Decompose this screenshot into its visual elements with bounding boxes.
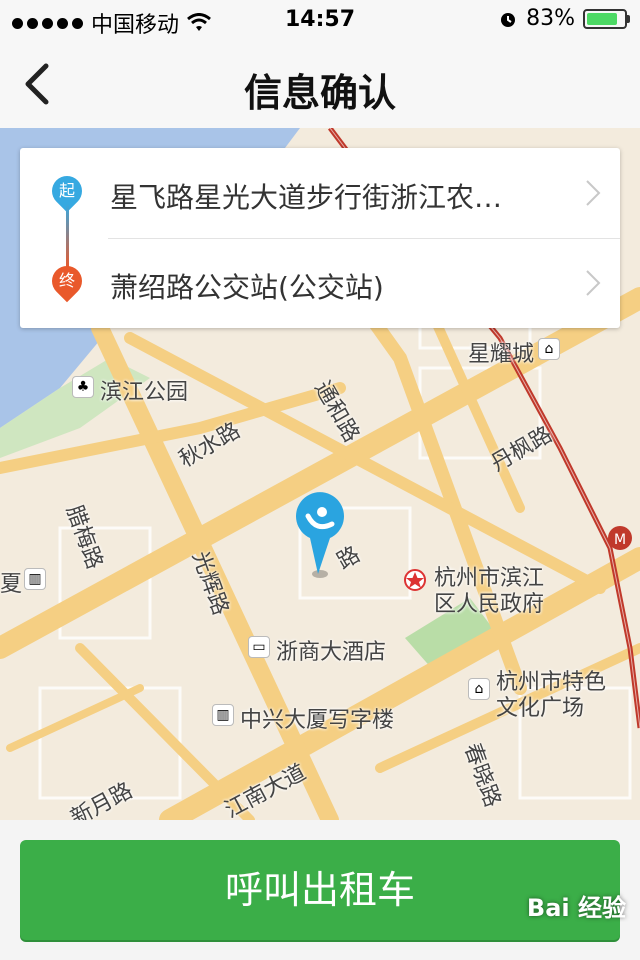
museum-icon: ⌂: [468, 678, 490, 700]
start-badge: 起: [58, 181, 76, 201]
route-card: 起 星飞路星光大道步行街浙江农… 终 萧绍路公交站(公交站): [20, 148, 620, 328]
building-icon: ▥: [24, 568, 46, 590]
battery-percent: 83%: [526, 6, 575, 31]
footer: 呼叫出租车 Bai 经验: [0, 820, 640, 960]
route-start-row[interactable]: 起 星飞路星光大道步行街浙江农…: [20, 148, 620, 238]
battery-level: [587, 12, 617, 25]
svg-text:M: M: [614, 532, 626, 548]
map-label-gov-line2: 区人民政府: [434, 592, 545, 617]
watermark: Bai 经验: [526, 894, 626, 922]
start-location: 星飞路星光大道步行街浙江农…: [110, 181, 503, 214]
route-end-row[interactable]: 终 萧绍路公交站(公交站): [20, 238, 620, 328]
park-icon: ♣: [72, 376, 94, 398]
map-label-xingyaocheng: 星耀城: [468, 342, 535, 367]
end-badge: 终: [58, 271, 76, 291]
mall-icon: ⌂: [538, 338, 560, 360]
hotel-icon: ▭: [248, 636, 270, 658]
battery-icon: [583, 8, 627, 29]
map-label-culture-line2: 文化广场: [496, 696, 585, 721]
page-title: 信息确认: [243, 71, 396, 115]
office-icon: ▥: [212, 704, 234, 726]
end-marker-icon: 终: [45, 259, 89, 303]
chevron-right-icon: [586, 180, 601, 206]
status-right: 83%: [498, 6, 630, 31]
nav-bar: 信息确认: [0, 40, 640, 129]
map-label-xia: 夏: [0, 572, 23, 597]
status-bar: 中国移动 14:57 83%: [0, 0, 640, 40]
chevron-right-icon: [586, 270, 601, 296]
alarm-icon: [501, 12, 516, 27]
map-label-zheshang-hotel: 浙商大酒店: [276, 640, 387, 665]
end-location: 萧绍路公交站(公交站): [110, 271, 384, 304]
map-label-zhongxing-tower: 中兴大厦写字楼: [240, 708, 395, 733]
map-label-binjiang-park: 滨江公园: [100, 380, 189, 405]
